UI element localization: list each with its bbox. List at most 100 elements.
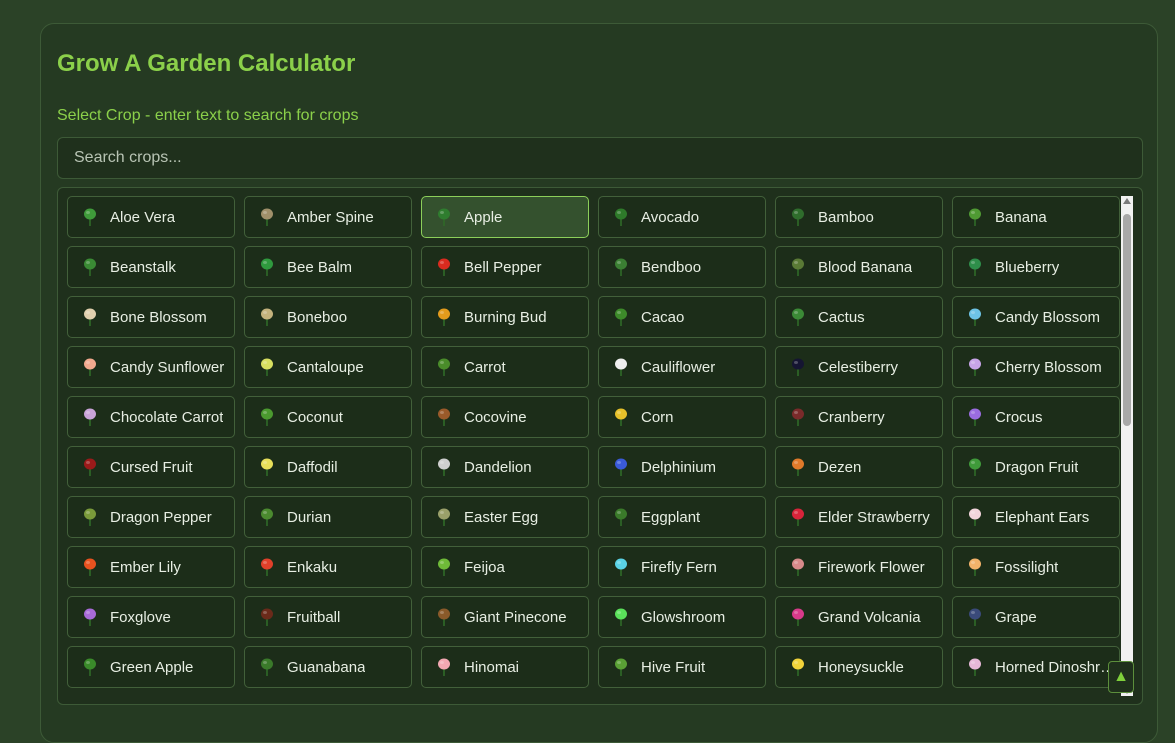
crop-option[interactable]: Candy Blossom bbox=[952, 296, 1120, 338]
crop-option[interactable]: Grand Volcania bbox=[775, 596, 943, 638]
crop-option[interactable]: Cocovine bbox=[421, 396, 589, 438]
crop-option[interactable]: Elephant Ears bbox=[952, 496, 1120, 538]
carrot-icon bbox=[431, 354, 457, 380]
cacao-icon bbox=[608, 304, 634, 330]
crop-option[interactable]: Ember Lily bbox=[67, 546, 235, 588]
hinomai-icon bbox=[431, 654, 457, 680]
crop-option[interactable]: Candy Sunflower bbox=[67, 346, 235, 388]
crop-option[interactable]: Cranberry bbox=[775, 396, 943, 438]
crop-option[interactable]: Coconut bbox=[244, 396, 412, 438]
crop-option-label: Cocovine bbox=[464, 409, 527, 426]
crop-option[interactable]: Avocado bbox=[598, 196, 766, 238]
crop-option[interactable]: Feijoa bbox=[421, 546, 589, 588]
crop-option[interactable]: Bell Pepper bbox=[421, 246, 589, 288]
crop-option[interactable]: Banana bbox=[952, 196, 1120, 238]
crop-option[interactable]: Glowshroom bbox=[598, 596, 766, 638]
blood-banana-icon bbox=[785, 254, 811, 280]
crop-option[interactable]: Cursed Fruit bbox=[67, 446, 235, 488]
crop-option[interactable]: Aloe Vera bbox=[67, 196, 235, 238]
scroll-up-arrow-icon[interactable] bbox=[1123, 198, 1131, 204]
crop-option[interactable]: Enkaku bbox=[244, 546, 412, 588]
crop-option[interactable]: Celestiberry bbox=[775, 346, 943, 388]
crop-option-label: Easter Egg bbox=[464, 509, 538, 526]
crop-option-label: Cacao bbox=[641, 309, 684, 326]
crop-option[interactable]: Easter Egg bbox=[421, 496, 589, 538]
crop-option[interactable]: Bone Blossom bbox=[67, 296, 235, 338]
crop-option[interactable]: Dragon Pepper bbox=[67, 496, 235, 538]
crop-option[interactable]: Honeysuckle bbox=[775, 646, 943, 688]
crop-option-label: Amber Spine bbox=[287, 209, 374, 226]
crop-option[interactable]: Dezen bbox=[775, 446, 943, 488]
aloe-vera-icon bbox=[77, 204, 103, 230]
crop-option[interactable]: Eggplant bbox=[598, 496, 766, 538]
cactus-icon bbox=[785, 304, 811, 330]
delphinium-icon bbox=[608, 454, 634, 480]
crop-option-label: Hinomai bbox=[464, 659, 519, 676]
bell-pepper-icon bbox=[431, 254, 457, 280]
crop-option-label: Cursed Fruit bbox=[110, 459, 193, 476]
crop-option[interactable]: Cactus bbox=[775, 296, 943, 338]
crop-option[interactable]: Giant Pinecone bbox=[421, 596, 589, 638]
crop-list: Aloe Vera Amber Spine AppleAvocadoBambooBa… bbox=[57, 187, 1143, 705]
crop-option[interactable]: Grape bbox=[952, 596, 1120, 638]
corn-icon bbox=[608, 404, 634, 430]
cauliflower-icon bbox=[608, 354, 634, 380]
celestiberry-icon bbox=[785, 354, 811, 380]
crop-option-label: Honeysuckle bbox=[818, 659, 904, 676]
crop-option[interactable]: Elder Strawberry bbox=[775, 496, 943, 538]
honeysuckle-icon bbox=[785, 654, 811, 680]
crop-option-label: Grape bbox=[995, 609, 1037, 626]
crop-option[interactable]: Burning Bud bbox=[421, 296, 589, 338]
crop-option[interactable]: Cantaloupe bbox=[244, 346, 412, 388]
crop-option[interactable]: Firefly Fern bbox=[598, 546, 766, 588]
crop-option[interactable]: Cherry Blossom bbox=[952, 346, 1120, 388]
crop-option[interactable]: Delphinium bbox=[598, 446, 766, 488]
crop-option[interactable]: Bee Balm bbox=[244, 246, 412, 288]
crop-list-scrollbar[interactable] bbox=[1121, 196, 1133, 696]
crop-option[interactable]: Blueberry bbox=[952, 246, 1120, 288]
crop-option[interactable]: Cauliflower bbox=[598, 346, 766, 388]
crop-option-label: Fruitball bbox=[287, 609, 340, 626]
crop-option[interactable]: Boneboo bbox=[244, 296, 412, 338]
crop-option-label: Ember Lily bbox=[110, 559, 181, 576]
crop-option[interactable]: Hinomai bbox=[421, 646, 589, 688]
crop-option[interactable]: Bendboo bbox=[598, 246, 766, 288]
crop-option-label: Eggplant bbox=[641, 509, 700, 526]
crop-option[interactable]: Blood Banana bbox=[775, 246, 943, 288]
crop-option[interactable]: Foxglove bbox=[67, 596, 235, 638]
crop-option[interactable]: Crocus bbox=[952, 396, 1120, 438]
crop-option[interactable]: Beanstalk bbox=[67, 246, 235, 288]
elephant-ears-icon bbox=[962, 504, 988, 530]
crop-option[interactable]: Chocolate Carrot bbox=[67, 396, 235, 438]
crop-option-label: Green Apple bbox=[110, 659, 193, 676]
avocado-icon bbox=[608, 204, 634, 230]
crop-option[interactable]: Apple bbox=[421, 196, 589, 238]
crop-option[interactable]: Bamboo bbox=[775, 196, 943, 238]
crop-option[interactable]: Fruitball bbox=[244, 596, 412, 638]
crop-option[interactable]: Horned Dinoshroom bbox=[952, 646, 1120, 688]
candy-blossom-icon bbox=[962, 304, 988, 330]
scroll-to-top-button[interactable]: ▲ bbox=[1108, 661, 1134, 693]
select-crop-label: Select Crop - enter text to search for c… bbox=[57, 107, 358, 125]
crop-search-input[interactable] bbox=[57, 137, 1143, 179]
crop-option[interactable]: Dandelion bbox=[421, 446, 589, 488]
crop-option[interactable]: Guanabana bbox=[244, 646, 412, 688]
hive-fruit-icon bbox=[608, 654, 634, 680]
cranberry-icon bbox=[785, 404, 811, 430]
crop-option[interactable]: Dragon Fruit bbox=[952, 446, 1120, 488]
crop-option[interactable]: Daffodil bbox=[244, 446, 412, 488]
crop-option[interactable]: Corn bbox=[598, 396, 766, 438]
crop-option[interactable]: Green Apple bbox=[67, 646, 235, 688]
crop-option-label: Guanabana bbox=[287, 659, 365, 676]
crop-option-label: Crocus bbox=[995, 409, 1043, 426]
scroll-thumb[interactable] bbox=[1123, 214, 1131, 426]
crop-option-label: Giant Pinecone bbox=[464, 609, 567, 626]
crop-option[interactable]: Carrot bbox=[421, 346, 589, 388]
crop-option[interactable]: Durian bbox=[244, 496, 412, 538]
crop-option[interactable]: Cacao bbox=[598, 296, 766, 338]
dezen-icon bbox=[785, 454, 811, 480]
crop-option[interactable]: Firework Flower bbox=[775, 546, 943, 588]
crop-option[interactable]: Fossilight bbox=[952, 546, 1120, 588]
crop-option[interactable]: Amber Spine bbox=[244, 196, 412, 238]
crop-option[interactable]: Hive Fruit bbox=[598, 646, 766, 688]
